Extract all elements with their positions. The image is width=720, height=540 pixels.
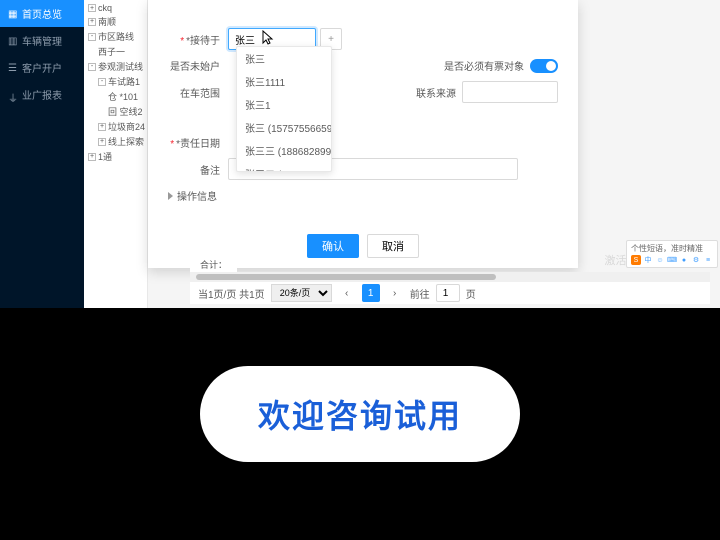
ime-lang-icon[interactable]: 中	[643, 255, 653, 265]
ime-menu-icon[interactable]: ≡	[703, 255, 713, 265]
cta-text: 欢迎咨询试用	[258, 391, 462, 437]
ime-emoji-icon[interactable]: ☺	[655, 255, 665, 265]
tree-node[interactable]: 西子一	[86, 44, 145, 59]
sidebar-item-label: 车辆管理	[22, 33, 62, 48]
sidebar-item-report[interactable]: ⏚ 业广报表	[0, 81, 84, 108]
cancel-button[interactable]: 取消	[367, 234, 419, 258]
ok-button[interactable]: 确认	[307, 234, 359, 258]
need-bill-switch[interactable]	[530, 59, 558, 73]
startdate-label: **责任日期	[168, 135, 228, 150]
contact-label: 联系来源	[416, 85, 456, 100]
pagesize-select[interactable]: 20条/页	[271, 284, 332, 302]
ime-settings-icon[interactable]: ⚙	[691, 255, 701, 265]
collapse-label: 操作信息	[177, 188, 217, 203]
sidebar-item-label: 业广报表	[22, 87, 62, 102]
ime-hint: 个性短语，准时精准	[631, 243, 713, 254]
sidebar-item-customer[interactable]: ☰ 客户开户	[0, 54, 84, 81]
dropdown-item[interactable]: 张三	[237, 47, 331, 70]
cursor-icon	[260, 30, 276, 46]
ime-keyboard-icon[interactable]: ⌨	[667, 255, 677, 265]
chevron-right-icon	[168, 192, 173, 200]
pickup-label: **接待于	[168, 32, 228, 47]
user-icon: ☰	[8, 63, 18, 73]
plus-icon: +	[328, 34, 334, 45]
car-icon: ▥	[8, 36, 18, 46]
tree-node[interactable]: +线上探索	[86, 134, 145, 149]
grid-icon: ▦	[8, 9, 18, 19]
page-summary: 当1页/页 共1页	[198, 286, 265, 301]
tree-node[interactable]: +ckq	[86, 2, 145, 14]
tree-panel: +ckq +南顺 -市区路线 西子一 -参观测试线 -车试路1 仓 *101 回…	[84, 0, 148, 308]
ime-mic-icon[interactable]: ●	[679, 255, 689, 265]
dropdown-item[interactable]: 张三三 (18868289962)	[237, 139, 331, 162]
ime-toolbar[interactable]: 个性短语，准时精准 S 中 ☺ ⌨ ● ⚙ ≡	[626, 240, 718, 268]
page-number-button[interactable]: 1	[362, 284, 380, 302]
scrollbar-thumb[interactable]	[196, 274, 496, 280]
car-zone-label: 在车范围	[168, 85, 228, 100]
chart-icon: ⏚	[8, 90, 18, 100]
need-bill-label: 是否必须有票对象	[444, 58, 524, 73]
next-page-button[interactable]: ›	[386, 284, 404, 302]
dropdown-item[interactable]: 张三 (15757556659)	[237, 116, 331, 139]
tree-node[interactable]: -参观测试线	[86, 59, 145, 74]
sidebar-item-label: 客户开户	[22, 60, 62, 75]
jump-input[interactable]	[436, 284, 460, 302]
tree-node[interactable]: 回 空线2	[86, 104, 145, 119]
tree-node[interactable]: 仓 *101	[86, 89, 145, 104]
expand-icon[interactable]: +	[98, 123, 106, 131]
modal-dialog: **接待于 + 是否未始户 是否必须有票对象 在车范围 联系来源 **责任日期 …	[148, 0, 578, 268]
expand-icon[interactable]: +	[98, 138, 106, 146]
tree-node[interactable]: +垃圾商24	[86, 119, 145, 134]
jump-prefix: 前往	[410, 286, 430, 301]
ime-badge-icon[interactable]: S	[631, 255, 641, 265]
expand-icon[interactable]: +	[88, 4, 96, 12]
expand-icon[interactable]: +	[88, 153, 96, 161]
pagination-bar: 当1页/页 共1页 20条/页 ‹ 1 › 前往 页	[190, 282, 710, 304]
sidebar: ▦ 首页总览 ▥ 车辆管理 ☰ 客户开户 ⏚ 业广报表	[0, 0, 84, 308]
cta-pill[interactable]: 欢迎咨询试用	[200, 366, 520, 462]
tree-node[interactable]: -车试路1	[86, 74, 145, 89]
collapse-header[interactable]: 操作信息	[148, 184, 578, 207]
prev-page-button[interactable]: ‹	[338, 284, 356, 302]
sidebar-item-dashboard[interactable]: ▦ 首页总览	[0, 0, 84, 27]
collapse-icon[interactable]: -	[98, 78, 106, 86]
collapse-icon[interactable]: -	[88, 63, 96, 71]
collapse-icon[interactable]: -	[88, 33, 96, 41]
tree-node[interactable]: -市区路线	[86, 29, 145, 44]
autocomplete-dropdown: 张三 张三1111 张三1 张三 (15757556659) 张三三 (1886…	[236, 46, 332, 172]
contact-input[interactable]	[462, 81, 558, 103]
total-row: 合计：	[190, 256, 237, 272]
expand-icon[interactable]: +	[88, 18, 96, 26]
sidebar-item-label: 首页总览	[22, 6, 62, 21]
dropdown-item[interactable]: 张三1	[237, 93, 331, 116]
remark-label: 备注	[168, 162, 228, 177]
sidebar-item-vehicle[interactable]: ▥ 车辆管理	[0, 27, 84, 54]
generate-label: 是否未始户	[168, 58, 228, 73]
jump-suffix: 页	[466, 286, 476, 301]
tree-node[interactable]: +南顺	[86, 14, 145, 29]
tree-node[interactable]: +1通	[86, 149, 145, 164]
horizontal-scrollbar[interactable]	[190, 272, 710, 282]
dropdown-item[interactable]: 张三1111	[237, 70, 331, 93]
dropdown-item[interactable]: 张三二 (18858368057)	[237, 162, 331, 172]
